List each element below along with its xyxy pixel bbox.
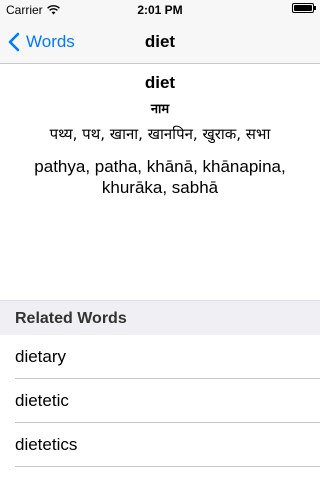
navigation-bar: Words diet [0,20,320,64]
translation-native: पथ्य, पथ, खाना, खानपिन, खुराक, सभा [49,125,271,143]
translation-romanized: pathya, patha, khānā, khānapina, khurāka… [34,157,286,197]
headword: diet [144,73,176,92]
list-item[interactable]: dietary [0,335,320,379]
back-button[interactable]: Words [8,20,75,64]
status-time: 2:01 PM [137,3,183,17]
section-header-label: Related Words [15,310,127,327]
status-right [292,3,316,13]
back-button-label: Words [26,32,75,51]
word-entry: diet नाम पथ्य, पथ, खाना, खानपिन, खुराक, … [0,64,320,198]
list-item[interactable]: dietetics [0,423,320,467]
related-words-list: dietary dietetic dietetics [0,335,320,467]
list-item-label: dietetics [15,435,78,454]
chevron-left-icon [8,32,20,52]
list-item[interactable]: dietetic [0,379,320,423]
status-bar: Carrier 2:01 PM [0,0,320,20]
list-item-label: dietary [15,347,67,366]
battery-fill [294,5,312,11]
battery-icon [292,3,316,13]
part-of-speech: नाम [150,102,170,117]
related-words-header: Related Words [0,300,320,335]
list-item-label: dietetic [15,391,69,410]
